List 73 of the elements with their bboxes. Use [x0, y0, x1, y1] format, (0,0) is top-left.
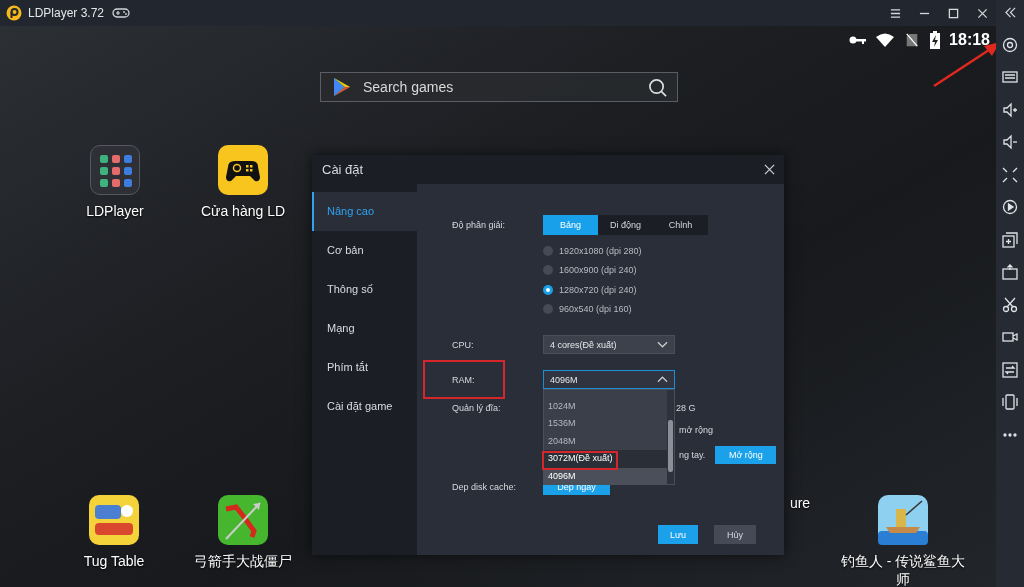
radio-label[interactable]: 960x540 (dpi 160) — [559, 304, 632, 315]
status-time: 18:18 — [949, 31, 990, 49]
game-app-icon[interactable] — [89, 495, 139, 545]
play-store-icon — [333, 77, 351, 97]
volume-up-icon[interactable] — [1002, 101, 1018, 118]
field-label: Độ phân giải: — [452, 220, 507, 230]
radio-button[interactable] — [543, 304, 553, 315]
tab[interactable]: Chỉnh — [653, 215, 708, 235]
dropdown-option[interactable]: 3072M(Đề xuất) — [544, 450, 667, 468]
app-label[interactable]: 弓箭手大战僵尸 — [194, 553, 292, 571]
sidebar-item[interactable]: Thông số — [312, 270, 417, 309]
radio-button[interactable] — [543, 245, 553, 256]
radio-label[interactable]: 1280x720 (dpi 240) — [559, 284, 637, 295]
description-text: ng tay. — [679, 450, 706, 460]
app-label[interactable]: Tug Table — [83, 553, 145, 571]
app-label[interactable]: Cửa hàng LD — [200, 203, 286, 221]
dropdown-option[interactable]: 2048M — [544, 432, 667, 451]
radio-button[interactable] — [543, 265, 553, 276]
screen-rotate-icon[interactable] — [1002, 361, 1018, 378]
close-icon[interactable] — [977, 7, 988, 19]
gamepad-icon[interactable] — [112, 7, 131, 19]
radio-button[interactable] — [543, 284, 553, 295]
dropdown-option[interactable]: 1536M — [544, 415, 667, 433]
sidebar-item[interactable]: Cơ bản — [312, 231, 417, 270]
fullscreen-icon[interactable] — [1002, 166, 1018, 183]
sidebar-item[interactable]: Nâng cao — [312, 192, 417, 231]
scissors-icon[interactable] — [1002, 296, 1018, 313]
tab[interactable]: Di động — [598, 215, 653, 235]
bow-arrow-app-icon[interactable] — [218, 495, 268, 545]
apk-install-icon[interactable] — [1002, 264, 1018, 280]
cpu-dropdown[interactable]: 4 cores(Đề xuất) — [543, 335, 675, 354]
field-label: Dep disk cache: — [452, 482, 518, 492]
radio-label[interactable]: 1600x900 (dpi 240) — [559, 265, 637, 276]
logo-icon — [6, 5, 22, 21]
app-folder-icon[interactable] — [90, 145, 140, 195]
search-field[interactable]: Search games — [320, 72, 678, 102]
ram-dropdown[interactable]: 4096M — [543, 370, 675, 389]
wifi-icon — [876, 33, 895, 47]
radio-label[interactable]: 1920x1080 (dpi 280) — [559, 245, 642, 256]
app-label[interactable]: ure — [789, 495, 811, 513]
window-title: LDPlayer 3.72 — [28, 6, 105, 20]
phone-shake-icon[interactable] — [1002, 394, 1018, 410]
settings-icon[interactable] — [1002, 36, 1018, 53]
chevron-up-icon — [657, 376, 668, 383]
scrollbar[interactable] — [667, 390, 674, 484]
play-circle-icon[interactable] — [1002, 199, 1018, 215]
disk-size-text: 28 G — [676, 403, 696, 413]
sidebar-item[interactable]: Cài đặt game — [312, 387, 417, 426]
app-label[interactable]: LDPlayer — [86, 203, 144, 221]
dialog-title: Cài đặt — [322, 162, 364, 177]
app-label[interactable]: 钓鱼人 - 传说鲨鱼大师 — [835, 553, 971, 587]
add-window-icon[interactable] — [1002, 231, 1018, 248]
collapse-icon[interactable] — [1004, 7, 1016, 18]
option-text: mở rộng — [679, 425, 713, 435]
field-label: RAM: — [452, 374, 476, 385]
field-label: CPU: — [452, 339, 475, 350]
keyboard-icon[interactable] — [1002, 69, 1018, 85]
chevron-down-icon — [657, 341, 668, 348]
sidebar-item[interactable]: Phím tắt — [312, 348, 417, 387]
dropdown-option[interactable]: 1024M — [544, 398, 667, 416]
volume-down-icon[interactable] — [1002, 134, 1018, 150]
close-icon[interactable] — [764, 164, 775, 175]
fishing-game-app-icon[interactable] — [878, 495, 928, 545]
video-camera-icon[interactable] — [1002, 329, 1018, 345]
battery-charging-icon — [930, 31, 941, 49]
search-placeholder: Search games — [363, 79, 455, 95]
cancel-button[interactable]: Hủy — [714, 525, 756, 544]
gamepad-app-icon[interactable] — [218, 145, 268, 195]
field-label: Quản lý đĩa: — [452, 403, 502, 413]
sidebar-item[interactable]: Mạng — [312, 309, 417, 348]
menu-icon[interactable] — [890, 7, 901, 19]
maximize-icon[interactable] — [948, 7, 959, 19]
search-icon[interactable] — [648, 77, 667, 97]
